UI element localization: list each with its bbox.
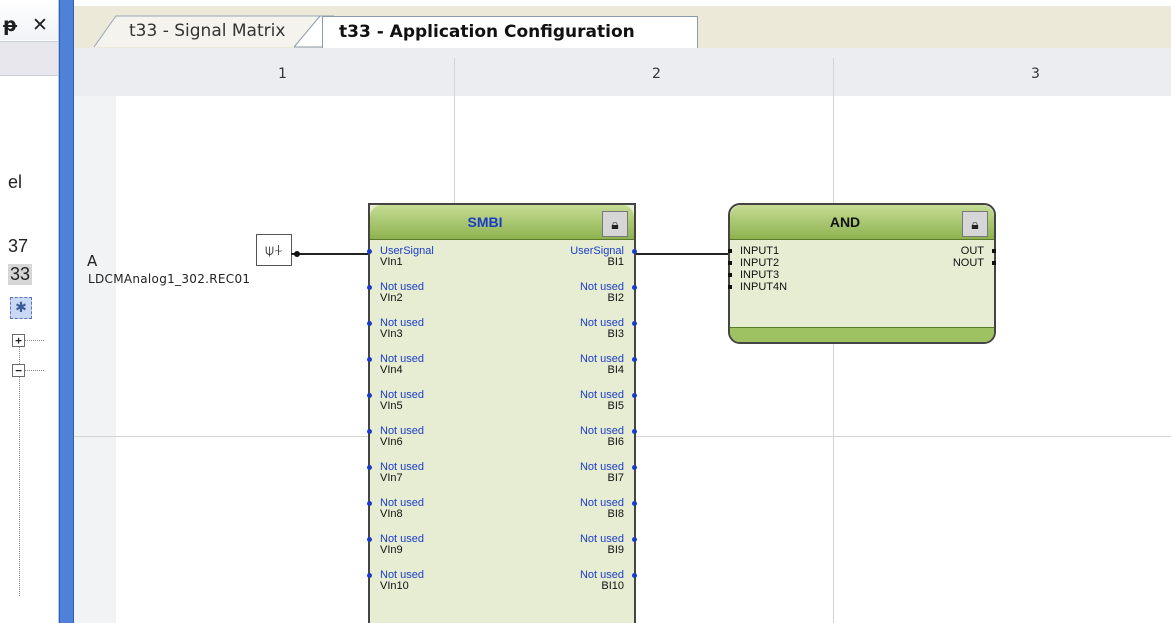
input-port-name: VIn9 (380, 544, 403, 556)
input-connector[interactable] (367, 465, 372, 470)
left-tree-text: 37 (8, 236, 29, 256)
input-port-name: VIn1 (380, 256, 403, 268)
output-connector[interactable] (992, 249, 996, 253)
signal-name: LDCMAnalog1_302.REC01 (88, 272, 251, 286)
output-port-name: BI2 (607, 292, 624, 304)
input-connector[interactable] (367, 357, 372, 362)
output-port-name: BI10 (601, 580, 624, 592)
left-panel-header: ᵽ ✕ (0, 0, 58, 40)
input-connector[interactable] (728, 261, 732, 265)
signal-input-icon[interactable]: ⍦⍭ (256, 234, 292, 266)
input-port-name: VIn8 (380, 508, 403, 520)
output-port-name: BI4 (607, 364, 624, 376)
output-port-name: NOUT (952, 257, 984, 269)
input-connector[interactable] (367, 501, 372, 506)
tab-label: t33 - Application Configuration (339, 22, 635, 42)
lock-icon[interactable]: 🔒︎ (602, 211, 628, 237)
column-number: 2 (652, 66, 661, 82)
left-tree-text: el (8, 172, 23, 192)
output-connector[interactable] (632, 357, 637, 362)
panel-splitter[interactable] (59, 0, 74, 623)
output-port-name: BI8 (607, 508, 624, 520)
collapse-icon[interactable]: − (12, 364, 25, 377)
pin-icon[interactable]: ᵽ (3, 14, 17, 36)
output-connector[interactable] (632, 285, 637, 290)
input-connector[interactable] (367, 321, 372, 326)
input-port-name: VIn2 (380, 292, 403, 304)
output-connector[interactable] (632, 465, 637, 470)
input-connector[interactable] (728, 285, 732, 289)
block-title: AND (829, 214, 861, 230)
output-connector[interactable] (632, 429, 637, 434)
row-gutter (74, 96, 116, 623)
lock-icon[interactable]: 🔒︎ (962, 211, 988, 237)
input-port-name: VIn4 (380, 364, 403, 376)
component-icon[interactable]: ✱ (10, 297, 32, 319)
output-connector[interactable] (632, 537, 637, 542)
tab-label: t33 - Signal Matrix (129, 21, 286, 41)
left-panel-toolbar (0, 41, 58, 76)
input-connector[interactable] (367, 249, 372, 254)
tab-application-configuration[interactable]: t33 - Application Configuration (322, 16, 698, 49)
logic-canvas[interactable]: 1 2 3 A LDCMAnalog1_302.REC01 ⍦⍭ SMBI 🔒︎… (74, 48, 1171, 623)
input-port-name: VIn7 (380, 472, 403, 484)
input-connector[interactable] (728, 249, 732, 253)
column-number: 1 (278, 66, 287, 82)
tab-strip: t33 - Signal Matrix t33 - Application Co… (74, 0, 1171, 49)
input-port-name: INPUT4N (740, 281, 788, 293)
input-connector[interactable] (367, 285, 372, 290)
input-port-name: INPUT2 (740, 257, 780, 269)
input-connector[interactable] (367, 573, 372, 578)
input-connector[interactable] (728, 273, 732, 277)
output-port-name: BI7 (607, 472, 624, 484)
output-port-name: BI1 (607, 256, 624, 268)
wire-junction (294, 251, 300, 257)
and-block[interactable]: AND 🔒︎ INPUT1 INPUT2 INPUT3 INPUT4N OUT NOUT (728, 203, 996, 344)
input-port-name: INPUT3 (740, 269, 780, 281)
expand-icon[interactable]: + (12, 334, 25, 347)
input-port-name: INPUT1 (740, 245, 780, 257)
output-connector[interactable] (992, 261, 996, 265)
output-connector[interactable] (632, 573, 637, 578)
tree-connector (19, 346, 20, 596)
output-connector[interactable] (632, 393, 637, 398)
input-port-name: VIn5 (380, 400, 403, 412)
input-port-name: VIn6 (380, 436, 403, 448)
input-port-name: VIn3 (380, 328, 403, 340)
output-port-name: BI3 (607, 328, 624, 340)
left-panel: ᵽ ✕ el 37 33 ✱ + − (0, 0, 59, 623)
output-port-name: BI9 (607, 544, 624, 556)
input-port-name: VIn10 (380, 580, 409, 592)
row-label: A (87, 252, 98, 270)
tree-connector (22, 340, 44, 341)
block-header: AND 🔒︎ (730, 205, 994, 240)
output-port-name: BI5 (607, 400, 624, 412)
tree-connector (22, 370, 44, 371)
input-connector[interactable] (367, 537, 372, 542)
output-port-name: BI6 (607, 436, 624, 448)
output-connector[interactable] (632, 321, 637, 326)
output-connector[interactable] (632, 501, 637, 506)
close-icon[interactable]: ✕ (32, 14, 48, 36)
wire (636, 253, 729, 255)
block-footer (730, 327, 994, 342)
left-tree-text-selected[interactable]: 33 (8, 264, 33, 285)
output-port-name: OUT (960, 245, 984, 257)
smbi-block[interactable]: SMBI 🔒︎ UserSignal VIn1 Not used VIn2 Not us… (367, 203, 637, 623)
input-connector[interactable] (367, 393, 372, 398)
output-connector[interactable] (632, 249, 637, 254)
column-header: 1 2 3 (74, 48, 1171, 96)
block-title: SMBI (467, 214, 503, 230)
wire (291, 253, 369, 255)
block-header: SMBI 🔒︎ (370, 205, 634, 240)
column-number: 3 (1031, 66, 1040, 82)
input-connector[interactable] (367, 429, 372, 434)
